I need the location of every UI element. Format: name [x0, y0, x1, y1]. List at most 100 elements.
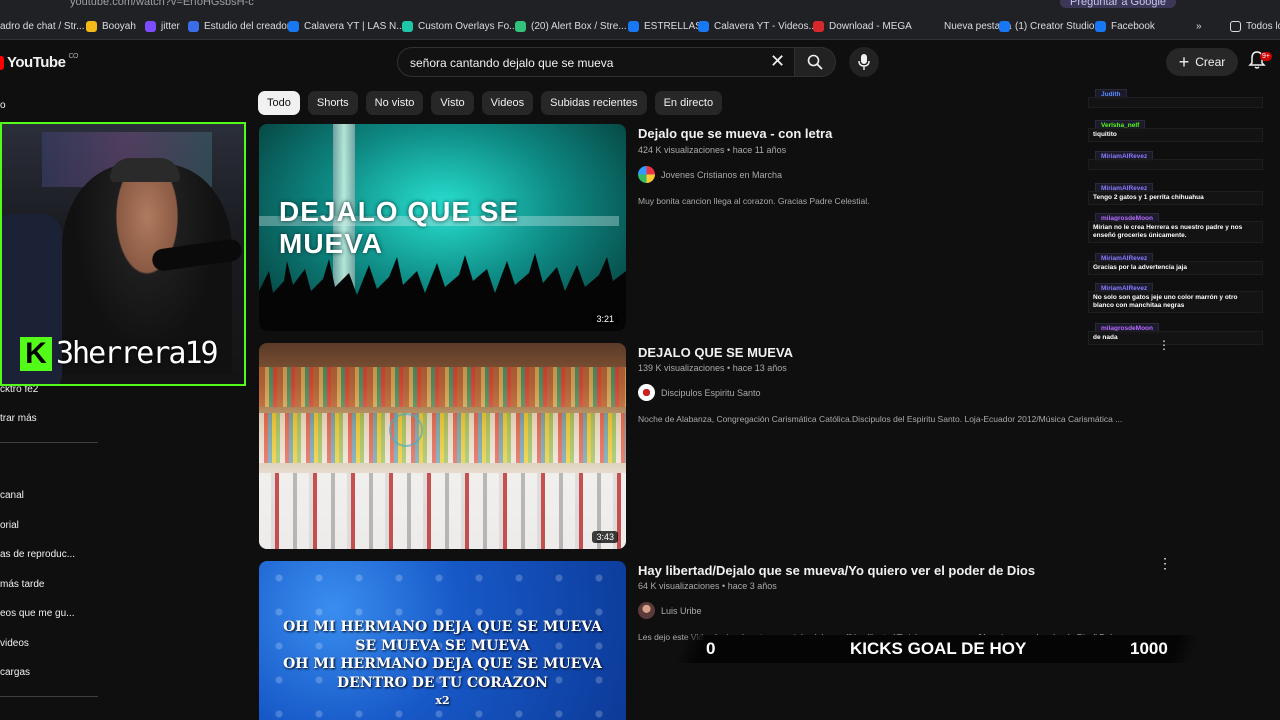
bookmark-favicon-icon	[515, 20, 526, 32]
dancers	[259, 473, 626, 549]
video-title[interactable]: Hay libertad/Dejalo que se mueva/Yo quie…	[638, 563, 1035, 578]
video-title[interactable]: DEJALO QUE SE MUEVA	[638, 345, 793, 360]
bookmark-label: ESTRELLAS	[644, 20, 702, 32]
sidebar-item[interactable]: eos que me gu...	[0, 608, 75, 619]
bookmark-label: (20) Alert Box / Stre...	[531, 20, 627, 32]
folder-icon	[1230, 20, 1241, 32]
channel-name[interactable]: Luis Uribe	[661, 606, 702, 616]
bookmark-item[interactable]: Facebook	[1095, 19, 1155, 33]
sidebar-item-top[interactable]: o	[0, 100, 6, 111]
bookmark-favicon-icon	[628, 20, 639, 32]
chat-message: Tengo 2 gatos y 1 perrita chihuahua	[1088, 191, 1263, 205]
channel-avatar[interactable]	[638, 602, 655, 619]
ask-google-button[interactable]: Preguntar a Google	[1060, 0, 1177, 8]
microphone-icon	[858, 54, 870, 70]
goal-target: 1000	[1130, 639, 1168, 658]
bookmark-item[interactable]: (20) Alert Box / Stre...	[515, 19, 627, 33]
filter-chip[interactable]: Videos	[481, 91, 534, 115]
goal-label: KICKS GOAL DE HOY	[850, 639, 1027, 658]
channel-link[interactable]: Luis Uribe	[638, 602, 702, 619]
channel-link[interactable]: Jovenes Cristianos en Marcha	[638, 166, 782, 183]
bookmark-label: Calavera YT | LAS N...	[304, 20, 405, 32]
video-thumbnail[interactable]: 3:43	[259, 343, 626, 549]
filter-chip[interactable]: No visto	[365, 91, 424, 115]
video-meta: 139 K visualizaciones • hace 13 años	[638, 363, 787, 373]
bookmarks-overflow-icon[interactable]: »	[1196, 19, 1202, 33]
channel-name[interactable]: Discipulos Espiritu Santo	[661, 388, 761, 398]
channel-avatar[interactable]	[638, 384, 655, 401]
all-bookmarks-button[interactable]: Todos los	[1230, 19, 1280, 33]
chat-message: de nada	[1088, 331, 1263, 345]
channel-name[interactable]: Jovenes Cristianos en Marcha	[661, 170, 782, 180]
sidebar-item[interactable]: cargas	[0, 667, 30, 678]
search-button[interactable]	[794, 47, 836, 77]
lyric-line: SE MUEVA SE MUEVA	[355, 637, 530, 654]
more-options-icon[interactable]: ⋮	[1158, 556, 1172, 570]
more-options-icon[interactable]: ⋮	[1158, 339, 1170, 351]
bookmark-item[interactable]: jitter	[145, 19, 180, 33]
goal-current: 0	[706, 639, 716, 658]
video-title[interactable]: Dejalo que se mueva - con letra	[638, 126, 832, 141]
logo-text: YouTube	[7, 54, 66, 71]
bookmark-label: adro de chat / Str...	[0, 20, 85, 32]
bookmark-item[interactable]: (1) Creator Studio	[999, 19, 1094, 33]
filter-chip[interactable]: En directo	[654, 91, 723, 115]
bookmark-favicon-icon	[999, 20, 1010, 32]
bookmark-favicon-icon	[145, 20, 156, 32]
sidebar-item[interactable]: orial	[0, 520, 19, 531]
plus-icon: +	[1178, 52, 1190, 72]
streamer-cap	[110, 158, 180, 182]
thumbnail-lyrics: OH MI HERMANO DEJA QUE SE MUEVA SE MUEVA …	[259, 618, 626, 711]
channel-link[interactable]: Discipulos Espiritu Santo	[638, 384, 761, 401]
search-input[interactable]: señora cantando dejalo que se mueva	[410, 56, 613, 70]
bookmark-item[interactable]: Download - MEGA	[813, 19, 912, 33]
kicks-goal-bar: 0 KICKS GOAL DE HOY 1000	[674, 635, 1201, 663]
bookmark-item[interactable]: ESTRELLAS	[628, 19, 702, 33]
video-thumbnail[interactable]: OH MI HERMANO DEJA QUE SE MUEVA SE MUEVA …	[259, 561, 626, 720]
bookmarks-bar: adro de chat / Str... Booyah jitter Estudio…	[0, 12, 1280, 40]
video-description: Muy bonita cancion llega al corazon. Gra…	[638, 196, 870, 206]
sidebar-item[interactable]: canal	[0, 490, 24, 501]
bookmark-favicon-icon	[698, 20, 709, 32]
bookmark-item[interactable]: Calavera YT | LAS N...	[288, 19, 405, 33]
chat-message: No solo son gatos jeje uno color marrón …	[1088, 291, 1263, 313]
bookmark-item[interactable]: Booyah	[86, 19, 136, 33]
bookmark-favicon-icon	[188, 20, 199, 32]
kick-logo-icon: K	[20, 336, 52, 371]
create-button[interactable]: + Crear	[1166, 48, 1238, 76]
url-text[interactable]: youtube.com/watch?v=ErfoHGsbsH-c	[70, 0, 254, 8]
video-duration: 3:21	[592, 313, 618, 325]
filter-chip[interactable]: Todo	[258, 91, 300, 115]
notification-badge: 9+	[1260, 52, 1272, 61]
bookmark-item[interactable]: adro de chat / Str...	[0, 19, 85, 33]
filter-chip[interactable]: Visto	[431, 91, 474, 115]
search-box[interactable]: señora cantando dejalo que se mueva ✕	[397, 47, 795, 77]
bookmark-item[interactable]: Estudio del creador	[188, 19, 290, 33]
chat-message: Mirian no le crea Herrera es nuestro pad…	[1088, 221, 1263, 243]
chat-message	[1088, 159, 1263, 170]
chat-message: Gracias por la advertencia jaja	[1088, 261, 1263, 275]
browser-url-bar[interactable]: youtube.com/watch?v=ErfoHGsbsH-c Pregunt…	[0, 0, 1280, 12]
bookmark-label: jitter	[161, 20, 180, 32]
all-bookmarks-label: Todos los	[1246, 20, 1280, 32]
country-code: CO	[68, 53, 78, 60]
channel-avatar[interactable]	[638, 166, 655, 183]
sidebar-item[interactable]: videos	[0, 638, 29, 649]
video-thumbnail[interactable]: DEJALO QUE SE MUEVA 3:21	[259, 124, 626, 331]
filter-chip[interactable]: Subidas recientes	[541, 91, 647, 115]
lyric-line: DENTRO DE TU CORAZON	[337, 674, 548, 691]
sidebar-item[interactable]: as de reproduc...	[0, 549, 75, 560]
chat-message	[1088, 97, 1263, 108]
clear-search-icon[interactable]: ✕	[770, 51, 785, 72]
filter-chip[interactable]: Shorts	[307, 91, 358, 115]
bookmark-label: Booyah	[102, 20, 136, 32]
notifications-button[interactable]: 9+	[1248, 50, 1272, 74]
bookmark-favicon-icon	[928, 20, 939, 32]
youtube-logo[interactable]: YouTube CO	[0, 53, 78, 71]
sidebar-show-more[interactable]: trar más	[0, 413, 37, 424]
sidebar-item[interactable]: más tarde	[0, 579, 44, 590]
bookmark-favicon-icon	[402, 20, 413, 32]
bookmark-item[interactable]: Custom Overlays Fo...	[402, 19, 517, 33]
voice-search-button[interactable]	[849, 47, 879, 77]
bookmark-item[interactable]: Calavera YT - Videos...	[698, 19, 817, 33]
